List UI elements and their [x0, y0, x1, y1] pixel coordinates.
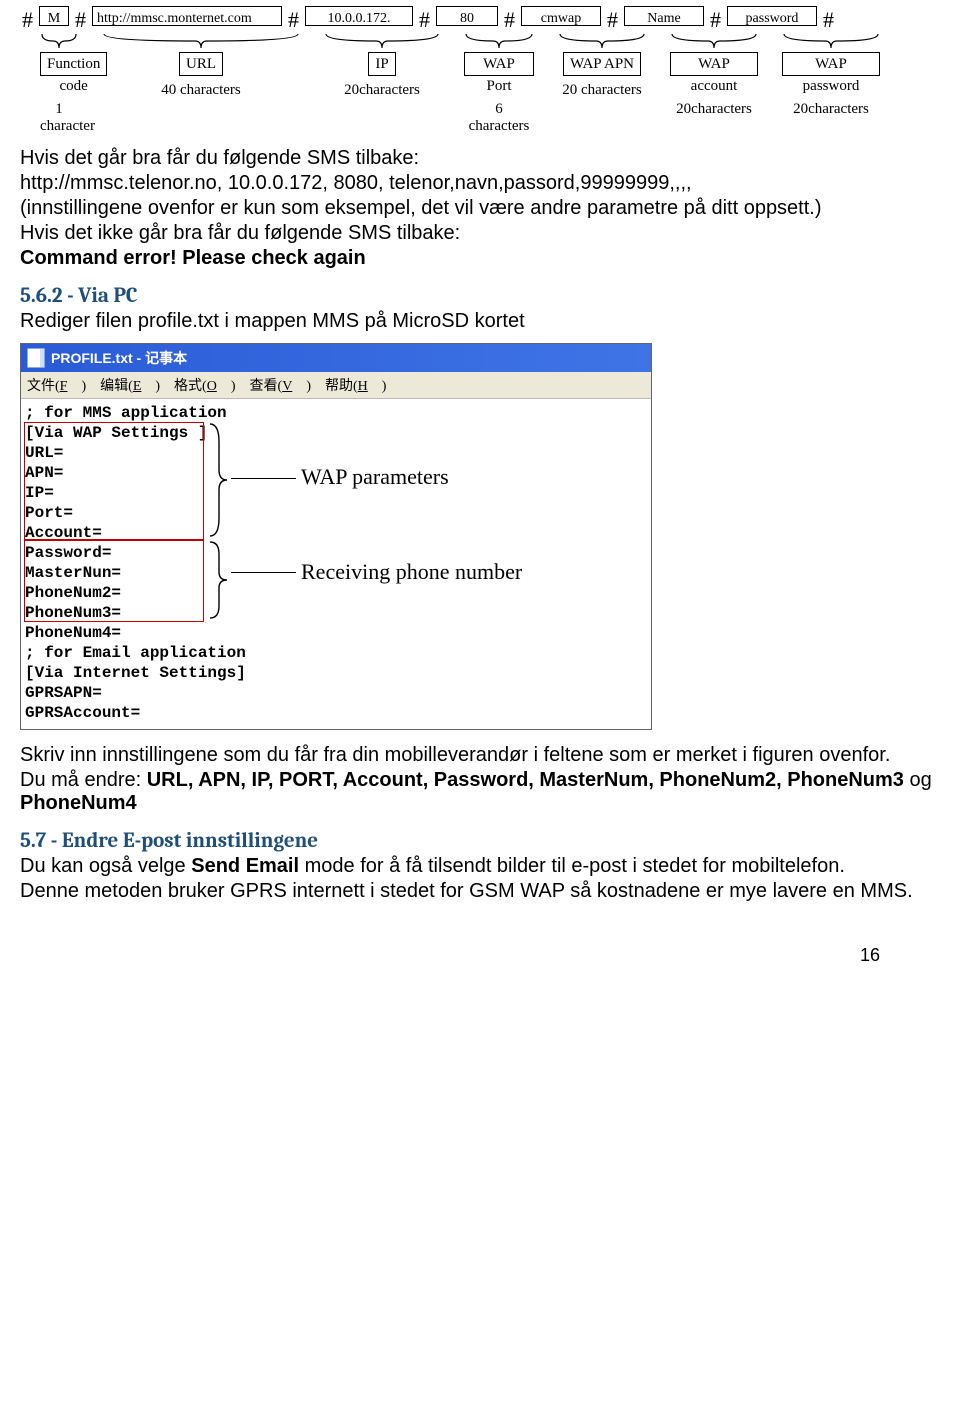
paragraph: Hvis det ikke går bra får du følgende SM…: [20, 222, 940, 245]
hash-separator: #: [73, 6, 88, 34]
annotation-wap: WAP parameters: [301, 464, 449, 490]
notepad-menu: 文件(F) 编辑(E) 格式(O) 查看(V) 帮助(H): [21, 372, 651, 399]
notepad-line: [Via WAP Settings ]: [25, 423, 649, 443]
notepad-line: [Via Internet Settings]: [25, 663, 649, 683]
brace-icon: [324, 32, 440, 50]
heading-5-7: 5.7 - Endre E-post innstillingene: [20, 829, 940, 853]
paragraph: Hvis det går bra får du følgende SMS til…: [20, 147, 940, 170]
hash-separator: #: [502, 6, 517, 34]
brace-icon: [206, 422, 230, 538]
hash-separator: #: [417, 6, 432, 34]
format-field: M: [39, 6, 69, 26]
brace-icon: [670, 32, 758, 50]
notepad-menu-item: 编辑(E): [100, 379, 160, 394]
notepad-title-text: PROFILE.txt - 记事本: [51, 348, 187, 368]
text-bold: URL, APN, IP, PORT, Account, Password, M…: [147, 769, 904, 791]
hash-separator: #: [821, 6, 836, 34]
notepad-menu-item: 查看(V): [250, 379, 311, 394]
text: Du må endre:: [20, 769, 147, 791]
notepad-line: PhoneNum2=: [25, 583, 649, 603]
format-field: Name: [624, 6, 704, 26]
field-label: IP: [368, 52, 395, 76]
paragraph: http://mmsc.telenor.no, 10.0.0.172, 8080…: [20, 172, 940, 195]
brace-icon: [464, 32, 534, 50]
paragraph: Command error! Please check again: [20, 247, 940, 270]
field-sublabel: 20characters: [324, 82, 440, 99]
field-annotation: WAP Port 6 characters: [464, 32, 534, 135]
sms-format-diagram: #M#http://mmsc.monternet.com#10.0.0.172.…: [20, 0, 940, 145]
field-annotation: URL 40 characters: [102, 32, 300, 135]
paragraph: Skriv inn innstillingene som du får fra …: [20, 744, 940, 767]
document-icon: [27, 348, 45, 368]
hash-separator: #: [605, 6, 620, 34]
field-sublabel: 40 characters: [102, 82, 300, 99]
notepad-menu-item: 文件(F): [27, 379, 86, 394]
annotation-phone: Receiving phone number: [301, 559, 522, 585]
notepad-line: PhoneNum3=: [25, 603, 649, 623]
notepad-line: GPRSAccount=: [25, 703, 649, 723]
format-field: http://mmsc.monternet.com: [92, 6, 282, 26]
format-field: password: [727, 6, 817, 26]
document-body: Hvis det går bra får du følgende SMS til…: [20, 147, 940, 333]
text: og: [904, 769, 932, 791]
brace-icon: [40, 32, 78, 50]
paragraph: Du kan også velge Send Email mode for å …: [20, 855, 940, 878]
annotation-line: [231, 572, 296, 573]
field-annotation: Function code1 character: [40, 32, 78, 135]
field-label: WAP account: [670, 52, 758, 76]
field-sublabel: 1 character: [40, 101, 78, 135]
hash-separator: #: [20, 6, 35, 34]
brace-icon: [782, 32, 880, 50]
hash-separator: #: [708, 6, 723, 34]
document-body: Skriv inn innstillingene som du får fra …: [20, 744, 940, 903]
format-field: 10.0.0.172.: [305, 6, 413, 26]
brace-icon: [206, 540, 230, 620]
notepad-menu-item: 帮助(H): [325, 379, 386, 394]
paragraph: Rediger filen profile.txt i mappen MMS p…: [20, 310, 940, 333]
hash-separator: #: [286, 6, 301, 34]
field-annotation: WAP account 20characters: [670, 32, 758, 135]
text: Du kan også velge: [20, 855, 191, 877]
field-sublabel: 6 characters: [464, 101, 534, 135]
field-annotation: WAP password 20characters: [782, 32, 880, 135]
paragraph: Denne metoden bruker GPRS internett i st…: [20, 880, 940, 903]
field-sublabel: 20characters: [670, 101, 758, 118]
paragraph: (innstillingene ovenfor er kun som eksem…: [20, 197, 940, 220]
field-sublabel: 20 characters: [558, 82, 646, 99]
notepad-screenshot: PROFILE.txt - 记事本 文件(F) 编辑(E) 格式(O) 查看(V) 帮助…: [20, 343, 652, 730]
notepad-line: GPRSAPN=: [25, 683, 649, 703]
format-field: cmwap: [521, 6, 601, 26]
text: mode for å få tilsendt bilder til e-post…: [299, 855, 845, 877]
annotation-line: [231, 478, 296, 479]
notepad-line: URL=: [25, 443, 649, 463]
notepad-menu-item: 格式(O): [174, 379, 235, 394]
heading-5-6-2: 5.6.2 - Via PC: [20, 284, 940, 308]
notepad-line: Account=: [25, 523, 649, 543]
paragraph: Du må endre: URL, APN, IP, PORT, Account…: [20, 769, 940, 815]
field-label: WAP password: [782, 52, 880, 76]
brace-icon: [558, 32, 646, 50]
page-number: 16: [20, 905, 940, 966]
field-label: WAP APN: [563, 52, 641, 76]
notepad-line: Port=: [25, 503, 649, 523]
field-label: WAP Port: [464, 52, 534, 76]
field-label: URL: [179, 52, 223, 76]
field-annotation: IP 20characters: [324, 32, 440, 135]
notepad-line: ; for Email application: [25, 643, 649, 663]
text-bold: PhoneNum4: [20, 792, 137, 814]
notepad-line: PhoneNum4=: [25, 623, 649, 643]
field-annotation: WAP APN 20 characters: [558, 32, 646, 135]
notepad-line: ; for MMS application: [25, 403, 649, 423]
format-field: 80: [436, 6, 498, 26]
notepad-titlebar: PROFILE.txt - 记事本: [21, 344, 651, 372]
brace-icon: [102, 32, 300, 50]
field-sublabel: 20characters: [782, 101, 880, 118]
text-bold: Send Email: [191, 855, 299, 877]
